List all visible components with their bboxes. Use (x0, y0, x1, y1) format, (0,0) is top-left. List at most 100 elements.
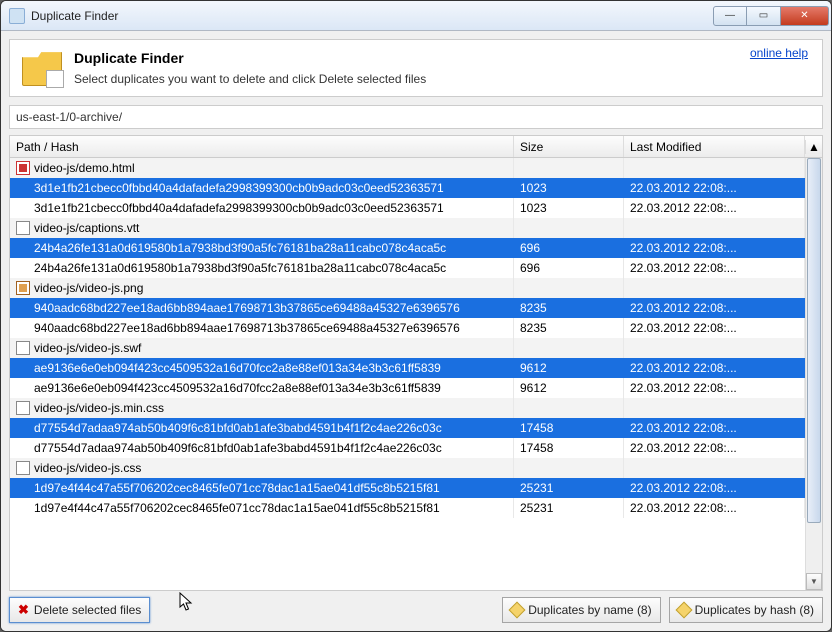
cell-size: 696 (514, 258, 624, 278)
duplicates-table: Path / Hash Size Last Modified ▲ video-j… (9, 135, 823, 591)
cell-path: video-js/video-js.png (10, 278, 514, 298)
table-row[interactable]: 1d97e4f44c47a55f706202cec8465fe071cc78da… (10, 498, 805, 518)
maximize-button[interactable]: ▭ (747, 6, 781, 26)
cell-path: 3d1e1fb21cbecc0fbbd40a4dafadefa299839930… (10, 198, 514, 218)
header-text: Duplicate Finder Select duplicates you w… (74, 50, 426, 86)
folder-icon (22, 50, 62, 86)
table-row[interactable]: ae9136e6e0eb094f423cc4509532a16d70fcc2a8… (10, 378, 805, 398)
delete-selected-button[interactable]: ✖ Delete selected files (9, 597, 150, 623)
duplicates-by-hash-button[interactable]: Duplicates by hash (8) (669, 597, 823, 623)
cell-path: video-js/captions.vtt (10, 218, 514, 238)
table-row[interactable]: 24b4a26fe131a0d619580b1a7938bd3f90a5fc76… (10, 238, 805, 258)
cell-size (514, 338, 624, 358)
table-row[interactable]: 940aadc68bd227ee18ad6bb894aae17698713b37… (10, 318, 805, 338)
table-row[interactable]: video-js/video-js.css (10, 458, 805, 478)
cell-modified: 22.03.2012 22:08:... (624, 238, 805, 258)
cell-modified: 22.03.2012 22:08:... (624, 498, 805, 518)
swf-file-icon (16, 341, 30, 355)
cell-path: ae9136e6e0eb094f423cc4509532a16d70fcc2a8… (10, 358, 514, 378)
cell-size: 8235 (514, 298, 624, 318)
table-row[interactable]: d77554d7adaa974ab50b409f6c81bfd0ab1afe3b… (10, 438, 805, 458)
delete-label: Delete selected files (34, 603, 141, 617)
table-rows[interactable]: video-js/demo.html3d1e1fb21cbecc0fbbd40a… (10, 158, 805, 590)
cell-modified: 22.03.2012 22:08:... (624, 298, 805, 318)
cell-size: 696 (514, 238, 624, 258)
cell-path: video-js/demo.html (10, 158, 514, 178)
cell-modified: 22.03.2012 22:08:... (624, 258, 805, 278)
cell-modified (624, 158, 805, 178)
tag-icon (675, 602, 692, 619)
column-path[interactable]: Path / Hash (10, 136, 514, 157)
vertical-scrollbar[interactable]: ▼ (805, 158, 822, 590)
cell-size: 17458 (514, 418, 624, 438)
txt-file-icon (16, 221, 30, 235)
cell-size: 25231 (514, 478, 624, 498)
table-row[interactable]: 24b4a26fe131a0d619580b1a7938bd3f90a5fc76… (10, 258, 805, 278)
cell-path: 1d97e4f44c47a55f706202cec8465fe071cc78da… (10, 478, 514, 498)
cell-path: 24b4a26fe131a0d619580b1a7938bd3f90a5fc76… (10, 258, 514, 278)
app-icon (9, 8, 25, 24)
cell-modified: 22.03.2012 22:08:... (624, 318, 805, 338)
titlebar[interactable]: Duplicate Finder — ▭ ✕ (1, 1, 831, 31)
scrollbar-thumb[interactable] (807, 158, 821, 523)
cell-modified: 22.03.2012 22:08:... (624, 358, 805, 378)
scrollbar-track[interactable] (806, 158, 822, 573)
cell-modified: 22.03.2012 22:08:... (624, 198, 805, 218)
cell-modified: 22.03.2012 22:08:... (624, 438, 805, 458)
cell-size: 8235 (514, 318, 624, 338)
delete-icon: ✖ (18, 602, 29, 618)
cell-path: ae9136e6e0eb094f423cc4509532a16d70fcc2a8… (10, 378, 514, 398)
table-row[interactable]: ae9136e6e0eb094f423cc4509532a16d70fcc2a8… (10, 358, 805, 378)
scrollbar-down-button[interactable]: ▼ (806, 573, 822, 590)
cell-size (514, 398, 624, 418)
column-size[interactable]: Size (514, 136, 624, 157)
css-file-icon (16, 461, 30, 475)
cell-size (514, 218, 624, 238)
table-row[interactable]: 1d97e4f44c47a55f706202cec8465fe071cc78da… (10, 478, 805, 498)
cell-modified (624, 338, 805, 358)
cell-path: 940aadc68bd227ee18ad6bb894aae17698713b37… (10, 298, 514, 318)
table-row[interactable]: video-js/captions.vtt (10, 218, 805, 238)
table-row[interactable]: 3d1e1fb21cbecc0fbbd40a4dafadefa299839930… (10, 198, 805, 218)
table-row[interactable]: video-js/video-js.png (10, 278, 805, 298)
online-help-link[interactable]: online help (750, 46, 808, 60)
css-file-icon (16, 401, 30, 415)
close-button[interactable]: ✕ (781, 6, 829, 26)
table-row[interactable]: video-js/demo.html (10, 158, 805, 178)
path-bar[interactable]: us-east-1/0-archive/ (9, 105, 823, 129)
column-modified[interactable]: Last Modified (624, 136, 805, 157)
scroll-header-up[interactable]: ▲ (805, 140, 822, 154)
table-row[interactable]: d77554d7adaa974ab50b409f6c81bfd0ab1afe3b… (10, 418, 805, 438)
cell-path: 24b4a26fe131a0d619580b1a7938bd3f90a5fc76… (10, 238, 514, 258)
table-header: Path / Hash Size Last Modified ▲ (10, 136, 822, 158)
cell-modified: 22.03.2012 22:08:... (624, 378, 805, 398)
cell-path: 940aadc68bd227ee18ad6bb894aae17698713b37… (10, 318, 514, 338)
cell-modified: 22.03.2012 22:08:... (624, 178, 805, 198)
header-panel: Duplicate Finder Select duplicates you w… (9, 39, 823, 97)
cell-size (514, 158, 624, 178)
table-row[interactable]: video-js/video-js.min.css (10, 398, 805, 418)
cell-size: 9612 (514, 378, 624, 398)
cell-size: 1023 (514, 198, 624, 218)
cell-size: 1023 (514, 178, 624, 198)
cell-size (514, 278, 624, 298)
cell-size: 25231 (514, 498, 624, 518)
duplicates-by-name-button[interactable]: Duplicates by name (8) (502, 597, 660, 623)
table-row[interactable]: 940aadc68bd227ee18ad6bb894aae17698713b37… (10, 298, 805, 318)
cell-size: 9612 (514, 358, 624, 378)
cell-path: d77554d7adaa974ab50b409f6c81bfd0ab1afe3b… (10, 418, 514, 438)
bottom-toolbar: ✖ Delete selected files Duplicates by na… (9, 597, 823, 623)
png-file-icon (16, 281, 30, 295)
cell-path: 3d1e1fb21cbecc0fbbd40a4dafadefa299839930… (10, 178, 514, 198)
table-row[interactable]: video-js/video-js.swf (10, 338, 805, 358)
tag-icon (509, 602, 526, 619)
html-file-icon (16, 161, 30, 175)
cell-path: video-js/video-js.min.css (10, 398, 514, 418)
cell-modified (624, 278, 805, 298)
by-name-label: Duplicates by name (8) (528, 603, 651, 617)
cell-modified (624, 218, 805, 238)
minimize-button[interactable]: — (713, 6, 747, 26)
cell-path: video-js/video-js.swf (10, 338, 514, 358)
cell-size (514, 458, 624, 478)
table-row[interactable]: 3d1e1fb21cbecc0fbbd40a4dafadefa299839930… (10, 178, 805, 198)
